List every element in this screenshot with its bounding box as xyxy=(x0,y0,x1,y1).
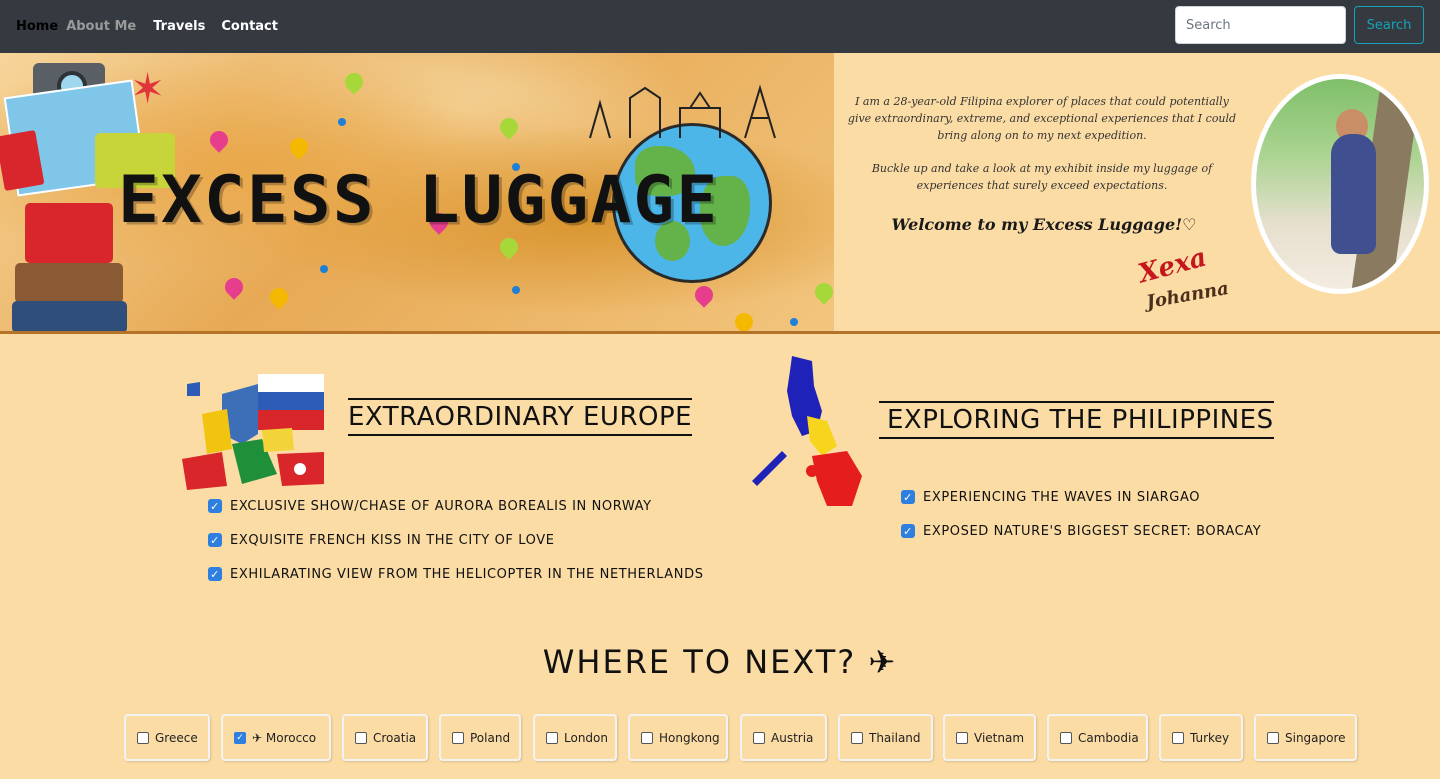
checkbox-checked[interactable]: ✓ xyxy=(901,524,915,538)
banner-title: EXCESS LUGGAGE xyxy=(118,162,720,239)
hero-banner-image: ✶ EXCESS LUGGAGE xyxy=(0,53,834,331)
nav-about-link[interactable]: About Me xyxy=(66,19,136,34)
checkbox[interactable] xyxy=(1172,731,1184,744)
destination-option[interactable]: Austria xyxy=(740,714,827,761)
europe-checklist-item[interactable]: ✓ Exquisite French kiss in the City of L… xyxy=(208,523,704,557)
intro-paragraph: Buckle up and take a look at my exhibit … xyxy=(871,162,1213,192)
nav-contact-link[interactable]: Contact xyxy=(221,19,278,34)
europe-flag-map-icon xyxy=(182,374,324,490)
intro-paragraph: I am a 28-year-old Filipina explorer of … xyxy=(847,95,1237,142)
destination-label: Thailand xyxy=(869,730,921,745)
map-dot-icon xyxy=(512,286,520,294)
philippines-checklist-item[interactable]: ✓ Experiencing the waves in Siargao xyxy=(901,480,1261,514)
destination-label: Cambodia xyxy=(1078,730,1139,745)
europe-checklist-item[interactable]: ✓ Exhilarating view from the helicopter … xyxy=(208,557,704,591)
destination-label: London xyxy=(564,730,608,745)
red-suitcase-icon xyxy=(25,203,113,263)
destination-label: Vietnam xyxy=(974,730,1025,745)
destination-label: Turkey xyxy=(1190,730,1230,745)
checkbox-checked[interactable]: ✓ xyxy=(208,567,222,581)
map-dot-icon xyxy=(320,265,328,273)
map-pin-icon xyxy=(286,134,312,160)
destination-option[interactable]: Croatia xyxy=(342,714,428,761)
checkbox[interactable] xyxy=(137,731,149,744)
destination-option[interactable]: ✓ ✈ Morocco xyxy=(221,714,331,761)
map-pin-icon xyxy=(341,69,367,95)
europe-section-title: EXTRAORDINARY EUROPE xyxy=(348,398,693,436)
destination-option[interactable]: Hongkong xyxy=(628,714,728,761)
map-dot-icon xyxy=(338,118,346,126)
destination-label: Hongkong xyxy=(659,730,720,745)
nav-links: Home About Me Travels Contact xyxy=(16,0,294,53)
intro-section: I am a 28-year-old Filipina explorer of … xyxy=(834,53,1440,331)
checkbox[interactable] xyxy=(641,731,653,744)
checklist-item-label: Exclusive show/chase of aurora borealis … xyxy=(230,498,652,514)
map-pin-icon xyxy=(221,274,247,300)
destination-option[interactable]: Thailand xyxy=(838,714,933,761)
destination-option[interactable]: London xyxy=(533,714,617,761)
checklist-item-label: Experiencing the waves in Siargao xyxy=(923,489,1201,505)
checkbox[interactable] xyxy=(851,731,863,744)
map-pin-icon xyxy=(691,282,717,308)
destination-label: Greece xyxy=(155,730,198,745)
search-button[interactable]: Search xyxy=(1354,6,1424,44)
welcome-message: Welcome to my Excess Luggage!♡ xyxy=(891,215,1197,234)
map-pin-icon xyxy=(266,284,292,310)
checkbox[interactable] xyxy=(1060,731,1072,744)
checkbox[interactable] xyxy=(1267,731,1279,744)
nav-travels-link[interactable]: Travels xyxy=(153,19,205,34)
map-pin-icon xyxy=(206,127,232,153)
checkbox[interactable] xyxy=(753,731,765,744)
checkbox[interactable] xyxy=(355,731,367,744)
destination-label: Singapore xyxy=(1285,730,1346,745)
search-input[interactable] xyxy=(1175,6,1346,44)
map-dot-icon xyxy=(790,318,798,326)
destination-option[interactable]: Poland xyxy=(439,714,521,761)
checkbox[interactable] xyxy=(546,731,558,744)
map-pin-icon xyxy=(811,279,834,305)
checkbox[interactable] xyxy=(452,731,464,744)
destination-option[interactable]: Turkey xyxy=(1159,714,1243,761)
section-divider xyxy=(0,331,1440,334)
map-pin-icon xyxy=(496,234,522,260)
destination-label: Austria xyxy=(771,730,814,745)
checkbox[interactable] xyxy=(956,731,968,744)
checklist-item-label: Exposed nature's biggest secret: Boracay xyxy=(923,523,1262,539)
blue-suitcase-icon xyxy=(12,301,127,331)
europe-checklist: ✓ Exclusive show/chase of aurora boreali… xyxy=(208,489,704,591)
nav-home-link[interactable]: Home xyxy=(16,19,58,34)
checkbox-checked[interactable]: ✓ xyxy=(208,533,222,547)
checklist-item-label: Exhilarating view from the helicopter in… xyxy=(230,566,704,582)
destination-option[interactable]: Greece xyxy=(124,714,210,761)
destination-options: Greece ✓ ✈ Morocco Croatia Poland London … xyxy=(0,714,1440,761)
landmarks-sketch-icon xyxy=(589,84,776,139)
philippines-section-title: EXPLORING THE PHILIPPINES xyxy=(879,401,1274,439)
checkbox-checked[interactable]: ✓ xyxy=(234,731,246,744)
philippines-checklist: ✓ Experiencing the waves in Siargao ✓ Ex… xyxy=(901,480,1261,548)
europe-checklist-item[interactable]: ✓ Exclusive show/chase of aurora boreali… xyxy=(208,489,704,523)
top-navbar: Home About Me Travels Contact Search xyxy=(0,0,1440,53)
checklist-item-label: Exquisite French kiss in the City of Lov… xyxy=(230,532,555,548)
destination-option[interactable]: Singapore xyxy=(1254,714,1357,761)
profile-photo xyxy=(1251,74,1429,294)
checkbox-checked[interactable]: ✓ xyxy=(208,499,222,513)
destination-option[interactable]: Cambodia xyxy=(1047,714,1148,761)
philippines-flag-map-icon xyxy=(752,356,862,506)
philippines-checklist-item[interactable]: ✓ Exposed nature's biggest secret: Borac… xyxy=(901,514,1261,548)
map-pin-icon xyxy=(731,309,757,331)
where-to-next-title: WHERE TO NEXT? ✈ xyxy=(542,643,898,681)
brown-suitcase-icon xyxy=(15,263,123,303)
map-pin-icon xyxy=(496,114,522,140)
destination-label: ✈ Morocco xyxy=(252,730,317,745)
destination-label: Croatia xyxy=(373,730,417,745)
checkbox-checked[interactable]: ✓ xyxy=(901,490,915,504)
signature-logo: Xexa Johanna xyxy=(1134,243,1234,328)
destination-option[interactable]: Vietnam xyxy=(943,714,1036,761)
destination-label: Poland xyxy=(470,730,511,745)
